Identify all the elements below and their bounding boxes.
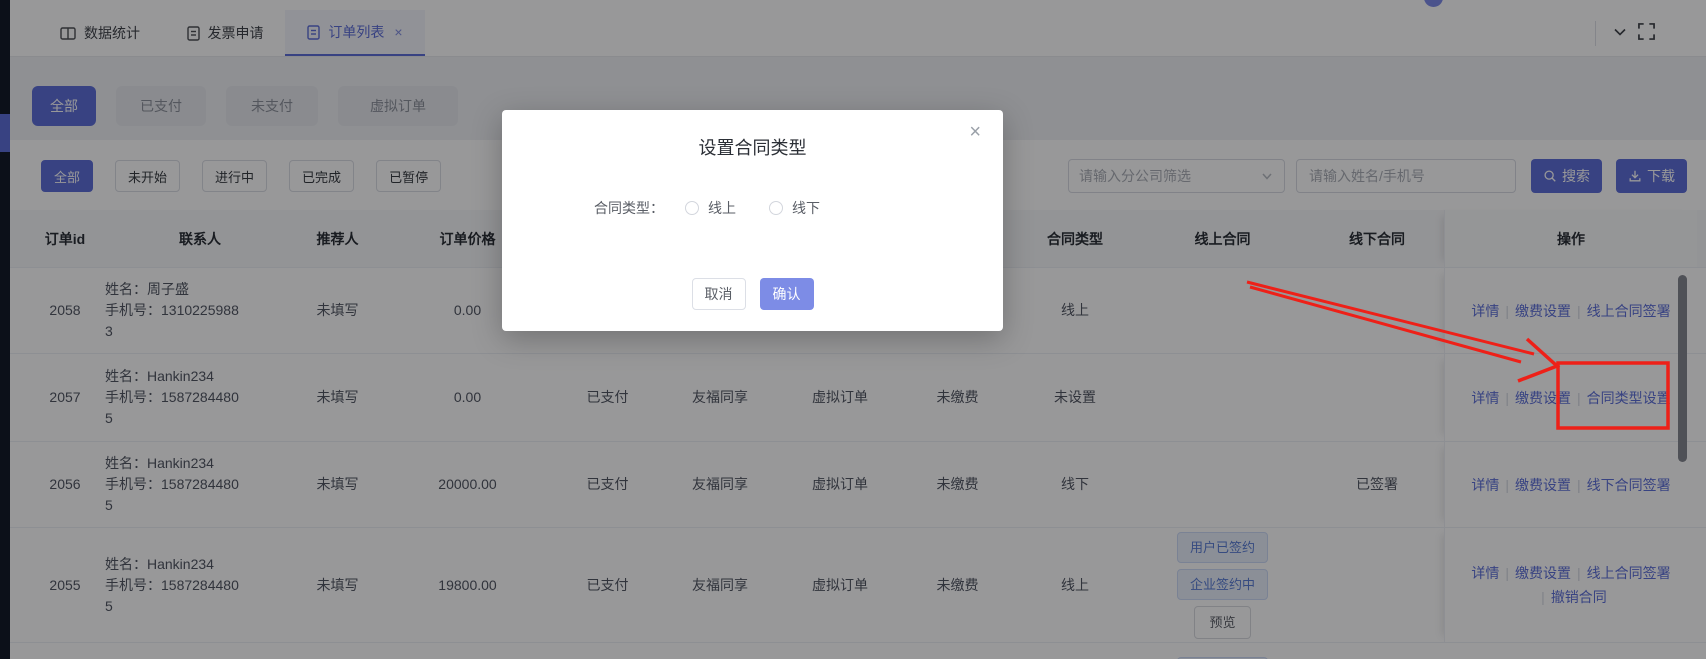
cancel-button[interactable]: 取消	[692, 278, 746, 310]
modal-footer: 取消 确认	[502, 278, 1003, 310]
modal-title: 设置合同类型	[502, 134, 1003, 160]
confirm-button[interactable]: 确认	[760, 278, 814, 310]
contract-type-field: 合同类型： 线上 线下	[502, 198, 1003, 218]
radio-offline-label: 线下	[792, 198, 820, 218]
radio-online[interactable]: 线上	[685, 198, 736, 218]
order-admin-app: 数据统计 发票申请 订单列表 × 全部 已支付 未支付 虚拟订单 全部 未开始 …	[0, 0, 1706, 659]
radio-online-label: 线上	[708, 198, 736, 218]
contract-type-modal: 设置合同类型 × 合同类型： 线上 线下 取消 确认	[502, 110, 1003, 331]
radio-circle-icon[interactable]	[685, 201, 699, 215]
modal-close-icon[interactable]: ×	[969, 122, 981, 142]
radio-circle-icon[interactable]	[769, 201, 783, 215]
radio-offline[interactable]: 线下	[769, 198, 820, 218]
contract-type-label: 合同类型：	[594, 198, 664, 218]
